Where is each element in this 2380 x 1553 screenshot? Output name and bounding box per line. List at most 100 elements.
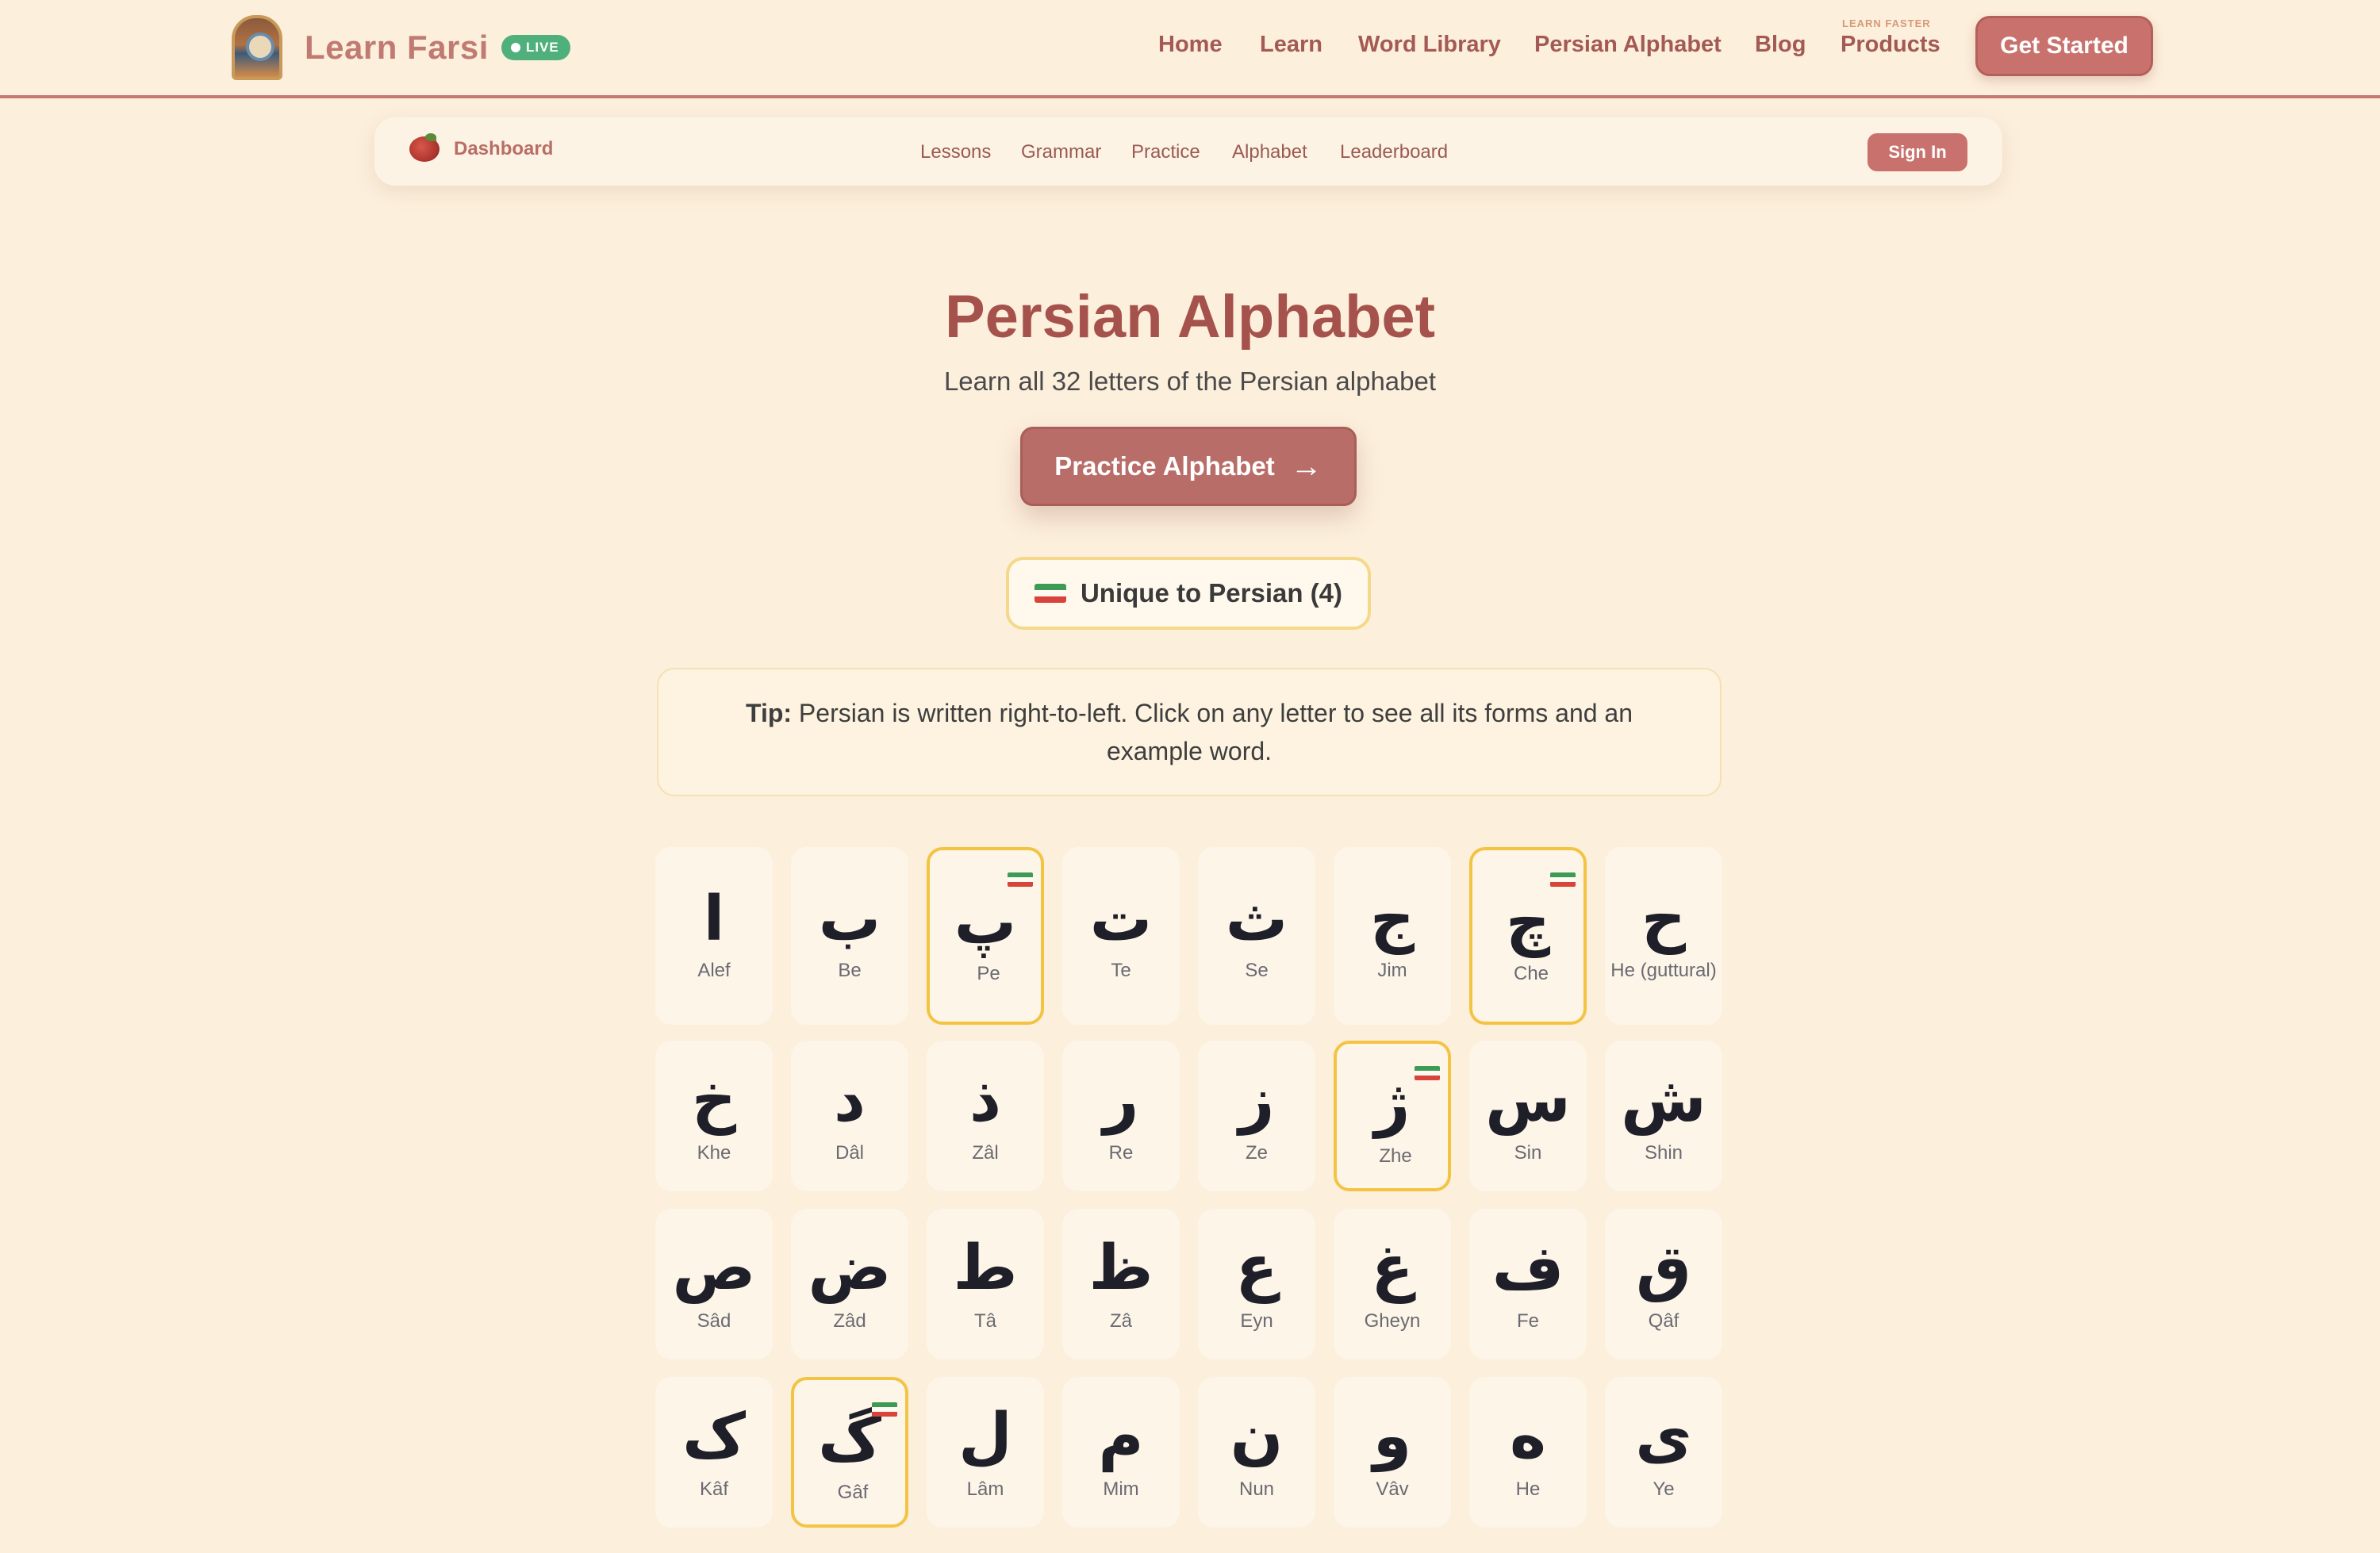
- sub-nav-alphabet[interactable]: Alphabet: [1232, 141, 1307, 163]
- letter-name: Gheyn: [1364, 1310, 1421, 1332]
- letter-card[interactable]: گ Gâf: [791, 1377, 908, 1528]
- practice-alphabet-button[interactable]: Practice Alphabet →: [1020, 427, 1357, 506]
- dashboard-label: Dashboard: [454, 138, 554, 159]
- letter-card[interactable]: ط Tâ: [927, 1209, 1044, 1359]
- nav-blog[interactable]: Blog: [1755, 32, 1806, 58]
- letter-glyph: ج: [1369, 884, 1415, 955]
- letter-card[interactable]: ظ Zâ: [1062, 1209, 1180, 1359]
- letter-glyph: خ: [691, 1064, 737, 1136]
- letter-glyph: ن: [1230, 1401, 1284, 1472]
- dashboard-link[interactable]: Dashboard: [409, 133, 554, 162]
- letter-name: Pe: [977, 963, 1000, 984]
- letter-name: Sâd: [697, 1310, 731, 1332]
- unique-filter-label: Unique to Persian (4): [1080, 578, 1343, 608]
- letter-card[interactable]: ق Qâf: [1605, 1209, 1722, 1359]
- letter-glyph: ل: [958, 1401, 1012, 1472]
- letter-card[interactable]: ع Eyn: [1198, 1209, 1315, 1359]
- unique-to-persian-filter[interactable]: Unique to Persian (4): [1006, 557, 1371, 630]
- sub-nav: Dashboard Lessons Grammar Practice Alpha…: [374, 117, 2002, 186]
- letter-card[interactable]: چ Che: [1469, 847, 1587, 1025]
- letter-name: Eyn: [1240, 1310, 1273, 1332]
- letter-card[interactable]: و Vâv: [1334, 1377, 1451, 1528]
- sub-nav-leaderboard[interactable]: Leaderboard: [1340, 141, 1448, 163]
- iran-flag-icon: [1550, 872, 1576, 887]
- letter-glyph: غ: [1371, 1233, 1414, 1304]
- tip-text: Persian is written right-to-left. Click …: [798, 699, 1633, 765]
- letter-card[interactable]: ج Jim: [1334, 847, 1451, 1025]
- letter-name: Se: [1245, 960, 1269, 981]
- letter-card[interactable]: ص Sâd: [655, 1209, 773, 1359]
- letter-name: Dâl: [835, 1142, 864, 1164]
- letter-card[interactable]: ث Se: [1198, 847, 1315, 1025]
- iran-flag-icon: [1008, 872, 1033, 887]
- letter-name: Vâv: [1376, 1478, 1409, 1500]
- letter-name: Ye: [1653, 1478, 1675, 1500]
- letter-name: Jim: [1377, 960, 1407, 981]
- letter-card[interactable]: ب Be: [791, 847, 908, 1025]
- letter-glyph: ح: [1641, 884, 1687, 955]
- letter-name: Gâf: [837, 1482, 869, 1503]
- nav-persian-alphabet[interactable]: Persian Alphabet: [1534, 32, 1722, 58]
- letter-card[interactable]: ی Ye: [1605, 1377, 1722, 1528]
- letter-card[interactable]: ل Lâm: [927, 1377, 1044, 1528]
- letter-card[interactable]: س Sin: [1469, 1041, 1587, 1191]
- sub-nav-practice[interactable]: Practice: [1131, 141, 1200, 163]
- letter-name: Fe: [1516, 1310, 1539, 1332]
- letter-glyph: ع: [1235, 1233, 1278, 1304]
- sub-nav-grammar[interactable]: Grammar: [1021, 141, 1101, 163]
- letter-glyph: ف: [1491, 1233, 1564, 1304]
- sub-nav-lessons[interactable]: Lessons: [920, 141, 991, 163]
- letter-card[interactable]: ک Kâf: [655, 1377, 773, 1528]
- letter-glyph: ا: [703, 884, 725, 955]
- nav-home[interactable]: Home: [1158, 32, 1223, 58]
- letter-card[interactable]: ض Zâd: [791, 1209, 908, 1359]
- letter-card[interactable]: خ Khe: [655, 1041, 773, 1191]
- letter-name: Tâ: [973, 1310, 996, 1332]
- letter-name: Zhe: [1379, 1145, 1412, 1167]
- arrow-right-icon: →: [1290, 448, 1322, 484]
- letter-glyph: د: [833, 1064, 866, 1136]
- letter-name: Che: [1513, 963, 1549, 984]
- letter-name: Lâm: [966, 1478, 1004, 1500]
- letter-glyph: چ: [1505, 887, 1551, 958]
- nav-products[interactable]: Products: [1841, 32, 1940, 58]
- letter-card[interactable]: پ Pe: [927, 847, 1044, 1025]
- get-started-button[interactable]: Get Started: [1975, 16, 2153, 76]
- practice-alphabet-label: Practice Alphabet: [1054, 451, 1275, 481]
- letter-card[interactable]: ن Nun: [1198, 1377, 1315, 1528]
- letter-glyph: ت: [1089, 884, 1153, 955]
- letter-glyph: ط: [953, 1233, 1018, 1304]
- iran-flag-icon: [872, 1402, 897, 1417]
- letter-glyph: ر: [1103, 1064, 1139, 1136]
- letter-card[interactable]: ذ Zâl: [927, 1041, 1044, 1191]
- letter-name: Ze: [1245, 1142, 1268, 1164]
- letter-card[interactable]: ت Te: [1062, 847, 1180, 1025]
- letter-glyph: ه: [1509, 1401, 1547, 1472]
- letter-card[interactable]: ز Ze: [1198, 1041, 1315, 1191]
- letter-glyph: و: [1372, 1401, 1412, 1472]
- letter-card[interactable]: ر Re: [1062, 1041, 1180, 1191]
- letter-card[interactable]: غ Gheyn: [1334, 1209, 1451, 1359]
- letter-name: He: [1515, 1478, 1541, 1500]
- letter-name: Mim: [1103, 1478, 1139, 1500]
- letter-card[interactable]: م Mim: [1062, 1377, 1180, 1528]
- nav-learn[interactable]: Learn: [1260, 32, 1322, 58]
- letter-glyph: ظ: [1088, 1233, 1154, 1304]
- sign-in-button[interactable]: Sign In: [1868, 133, 1967, 171]
- letter-card[interactable]: ف Fe: [1469, 1209, 1587, 1359]
- pomegranate-icon: [409, 133, 440, 162]
- nav-word-library[interactable]: Word Library: [1358, 32, 1501, 58]
- page-subtitle: Learn all 32 letters of the Persian alph…: [943, 366, 1437, 396]
- top-header: Learn Farsi LIVE Home Learn Word Library…: [0, 0, 2380, 98]
- letter-glyph: ژ: [1374, 1068, 1411, 1139]
- letter-card[interactable]: ه He: [1469, 1377, 1587, 1528]
- tip-box: Tip: Persian is written right-to-left. C…: [657, 668, 1722, 796]
- letter-name: Zâl: [972, 1142, 999, 1164]
- letter-card[interactable]: ح He (guttural): [1605, 847, 1722, 1025]
- letter-glyph: م: [1098, 1401, 1144, 1472]
- letter-card[interactable]: ژ Zhe: [1334, 1041, 1451, 1191]
- letter-card[interactable]: ا Alef: [655, 847, 773, 1025]
- letter-name: Re: [1108, 1142, 1134, 1164]
- letter-card[interactable]: د Dâl: [791, 1041, 908, 1191]
- letter-card[interactable]: ش Shin: [1605, 1041, 1722, 1191]
